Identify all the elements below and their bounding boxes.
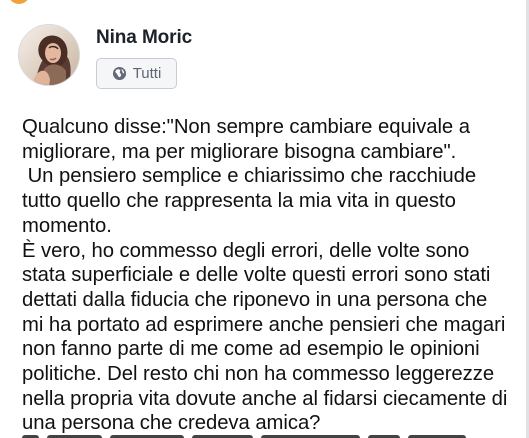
post-text-line: Qualcuno disse:"Non sempre cambiare equi… <box>22 116 470 138</box>
post-text-line: tutto quello che rappresenta la mia vita… <box>22 190 456 213</box>
post-text-line: mi ha portato ad esprimere anche pensier… <box>22 313 506 336</box>
globe-icon <box>112 66 127 81</box>
author-avatar[interactable] <box>18 24 80 86</box>
post-text-line: politiche. Del resto chi non ha commesso… <box>22 363 495 386</box>
post-header: Nina Moric Tutti <box>18 24 192 89</box>
facebook-post: Nina Moric Tutti Qualcuno disse:"Non sem… <box>0 0 529 438</box>
post-body-text: Qualcuno disse:"Non sempre cambiare equi… <box>22 115 526 436</box>
cut-off-text-line <box>22 428 518 438</box>
author-name[interactable]: Nina Moric <box>96 27 192 49</box>
post-text-line: dettati dalla fiducia che riponevo in un… <box>22 288 488 311</box>
post-text-line: Un pensiero semplice e chiarissimo che r… <box>22 165 477 188</box>
privacy-label: Tutti <box>132 65 162 82</box>
post-meta: Nina Moric Tutti <box>96 24 192 89</box>
post-text-line: stata superficiale e delle volte questi … <box>22 264 491 287</box>
top-accent-shape <box>8 0 30 4</box>
post-text-line: nella propria vita dovute anche al fidar… <box>22 387 508 410</box>
post-text-line: non fanno parte di me come ad esempio le… <box>22 338 480 361</box>
post-text-line: È vero, ho commesso degli errori, delle … <box>22 239 470 262</box>
privacy-audience-button[interactable]: Tutti <box>96 58 177 89</box>
post-text-line: momento. <box>22 214 112 237</box>
post-text-line: migliorare, ma per migliorare bisogna ca… <box>22 140 457 163</box>
